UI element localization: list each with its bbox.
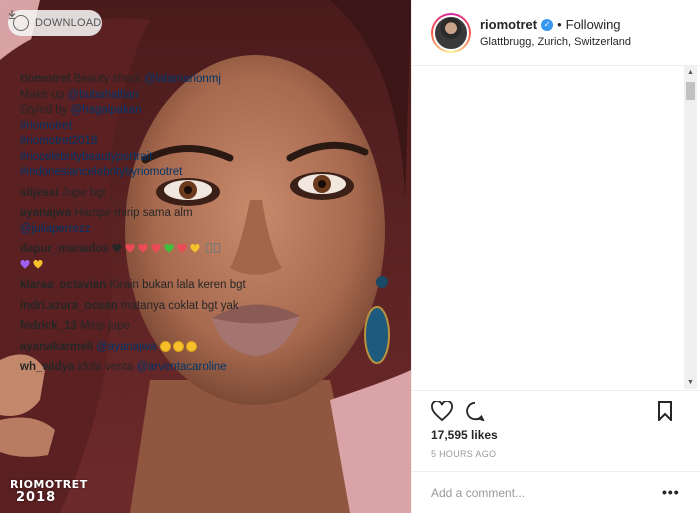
likes-count[interactable]: 17,595 likes: [431, 428, 498, 442]
hashtag-link[interactable]: #riomotret: [20, 120, 72, 132]
mention-link[interactable]: @arventacaroline: [136, 361, 226, 373]
comment-username[interactable]: ayanakarmell: [20, 341, 93, 353]
avatar[interactable]: [431, 12, 471, 53]
scroll-down-arrow-icon[interactable]: ▼: [684, 376, 697, 389]
comment-text: Jupe bgt: [61, 186, 106, 199]
comment-item: indri.azura_ocean matanya coklat bgt yak: [20, 299, 270, 315]
heart-emoji-icon: [151, 244, 161, 253]
heart-emoji-icon: [112, 244, 122, 253]
heart-emoji-icon: [20, 259, 30, 269]
download-button[interactable]: DOWNLOAD: [8, 10, 102, 36]
comment-text: idola venta: [77, 361, 134, 373]
heart-emoji-icon: [33, 259, 43, 269]
comment-username[interactable]: fedrick_13: [20, 320, 77, 332]
add-comment-input[interactable]: [431, 485, 651, 500]
comment-username[interactable]: wh_widya: [20, 361, 74, 373]
speech-bubble-icon[interactable]: [465, 401, 485, 426]
mention-link[interactable]: @juliaperrezz: [20, 223, 90, 235]
comment-item: ayanakarmell @ayanajwa: [20, 340, 270, 356]
heart-outline-icon[interactable]: [431, 400, 453, 426]
heart-emoji-icon: [138, 244, 148, 253]
comments-scrollbar[interactable]: ▲ ▼: [684, 66, 697, 389]
unknown-glyph-icon: [214, 243, 221, 253]
watermark-year: 2018: [16, 490, 57, 505]
comment-username[interactable]: siijessi: [20, 187, 58, 199]
comment-text: matanya coklat bgt yak: [121, 299, 239, 312]
comment-text: Hampir mirip sama alm: [74, 207, 193, 219]
scrollbar-thumb[interactable]: [686, 82, 695, 100]
comment-item: klaraa_octavian Kirain bukan lala keren …: [20, 278, 270, 294]
header-separator: •: [557, 17, 562, 32]
caption-styled-label: Styled by: [20, 104, 68, 116]
caption: riomotret Beauty shoot @lalamarionmj Mak…: [20, 72, 270, 181]
mention-link[interactable]: @lalamarionmj: [144, 73, 221, 85]
verified-badge-icon: ✓: [541, 18, 554, 31]
heart-emoji-row: [20, 259, 46, 271]
comment-username[interactable]: indri.azura_ocean: [20, 300, 118, 312]
comment-item: wh_widya idola venta @arventacaroline: [20, 360, 270, 376]
laughing-emoji-icon: [185, 340, 197, 352]
heart-emoji-icon: [177, 244, 187, 253]
header-username[interactable]: riomotret: [480, 17, 537, 32]
comment-username[interactable]: ayanajwa: [20, 207, 71, 219]
comment-bar: •••: [411, 471, 700, 513]
following-button[interactable]: Following: [566, 17, 621, 32]
comments-list[interactable]: riomotret Beauty shoot @lalamarionmj Mak…: [20, 72, 270, 390]
download-arrow-icon: [8, 10, 29, 31]
unknown-glyph-icon: [206, 243, 213, 253]
more-options-button[interactable]: •••: [662, 484, 680, 500]
post-header: riomotret ✓ • Following Glattbrugg, Zuri…: [412, 0, 700, 66]
post-timestamp[interactable]: 5 HOURS AGO: [431, 449, 496, 459]
heart-emoji-icon: [164, 244, 174, 253]
download-label: DOWNLOAD: [35, 17, 102, 29]
comment-item: dapur_manados: [20, 242, 270, 273]
heart-emoji-row: [112, 243, 203, 255]
hashtag-link[interactable]: #riomotret2018: [20, 135, 97, 147]
laughing-emoji-icon: [172, 340, 184, 352]
caption-text: Beauty shoot: [73, 73, 141, 85]
hashtag-link[interactable]: #indonesiancelebritybyriomotret: [20, 166, 182, 178]
caption-username[interactable]: riomotret: [20, 73, 70, 85]
heart-emoji-icon: [190, 244, 200, 253]
location-link[interactable]: Glattbrugg, Zurich, Switzerland: [480, 36, 631, 48]
heart-emoji-icon: [125, 244, 135, 253]
caption-makeup-label: Make up: [20, 88, 65, 101]
comment-item: fedrick_13 Mirip jupe: [20, 319, 270, 335]
mention-link[interactable]: @ayanajwa: [96, 341, 156, 353]
scroll-up-arrow-icon[interactable]: ▲: [684, 66, 697, 79]
laughing-emoji-icon: [159, 340, 171, 352]
post-actions: [411, 390, 700, 430]
mention-link[interactable]: @bubahalfian: [67, 89, 138, 101]
comment-text: Mirip jupe: [80, 320, 130, 332]
comment-item: ayanajwa Hampir mirip sama alm @juliaper…: [20, 206, 270, 237]
comment-text: Kirain bukan lala keren bgt: [109, 279, 246, 291]
photo-watermark: RIOMOTRET 2018: [10, 478, 88, 504]
bookmark-icon[interactable]: [657, 401, 673, 426]
comment-username[interactable]: klaraa_octavian: [20, 279, 106, 291]
hashtag-link[interactable]: #riocelebritybeautyportrait: [20, 151, 152, 163]
comment-username[interactable]: dapur_manados: [20, 243, 109, 255]
mention-link[interactable]: @hagaipakan: [71, 104, 142, 116]
comment-item: siijessi Jupe bgt: [20, 186, 270, 202]
